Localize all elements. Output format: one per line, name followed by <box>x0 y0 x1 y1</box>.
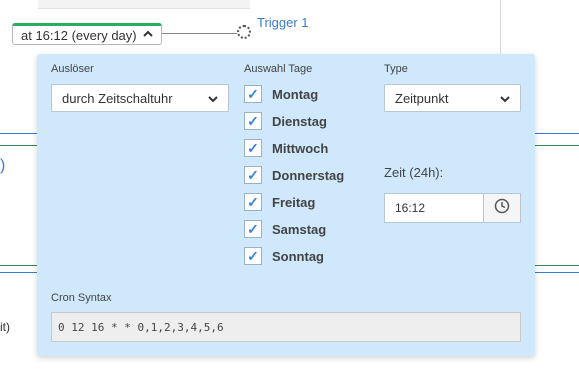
checkmark-icon[interactable]: ✓ <box>244 193 262 211</box>
day-label: Sonntag <box>272 248 324 264</box>
day-label: Dienstag <box>272 113 327 129</box>
day-label: Freitag <box>272 194 316 210</box>
connector-line <box>162 33 238 34</box>
checkmark-icon[interactable]: ✓ <box>244 166 262 184</box>
canvas-line-blue-left <box>0 133 37 134</box>
canvas-line-blue-right <box>535 133 579 134</box>
day-label: Donnerstag <box>272 167 345 183</box>
day-checkbox-freitag[interactable]: ✓ Freitag <box>244 192 315 212</box>
cron-syntax-field[interactable]: 0 12 16 * * 0,1,2,3,4,5,6 <box>51 312 521 342</box>
background-node-card <box>38 0 250 9</box>
checkmark-icon[interactable]: ✓ <box>244 112 262 130</box>
type-select-value: Zeitpunkt <box>395 90 449 106</box>
type-select[interactable]: Zeitpunkt <box>384 84 521 112</box>
canvas-divider <box>500 0 501 56</box>
cron-label: Cron Syntax <box>51 292 112 304</box>
chevron-up-icon <box>142 30 153 41</box>
type-label: Type <box>384 63 408 75</box>
time-input-value: 16:12 <box>395 201 426 215</box>
trigger-summary-label: at 16:12 (every day) <box>21 27 137 43</box>
day-checkbox-montag[interactable]: ✓ Montag <box>244 84 318 104</box>
trigger-settings-panel: Auslöser durch Zeitschaltuhr Auswahl Tag… <box>37 54 535 356</box>
trigger-summary-chip[interactable]: at 16:12 (every day) <box>12 23 162 45</box>
time-label: Zeit (24h): <box>384 165 444 180</box>
day-label: Samstag <box>272 221 327 237</box>
canvas-text-fragment: it) <box>0 320 10 334</box>
canvas-line-blue-left-2 <box>0 272 37 273</box>
checkmark-icon[interactable]: ✓ <box>244 220 262 238</box>
checkmark-icon[interactable]: ✓ <box>244 139 262 157</box>
time-input[interactable]: 16:12 <box>384 193 483 223</box>
trigger-select-value: durch Zeitschaltuhr <box>62 90 173 106</box>
day-label: Montag <box>272 86 319 102</box>
canvas-line-green-left-2 <box>0 265 37 266</box>
checkmark-icon[interactable]: ✓ <box>244 247 262 265</box>
day-checkbox-donnerstag[interactable]: ✓ Donnerstag <box>244 165 344 185</box>
day-checkbox-dienstag[interactable]: ✓ Dienstag <box>244 111 327 131</box>
connector-port-icon[interactable] <box>237 25 251 39</box>
trigger-label: Auslöser <box>51 63 94 75</box>
day-checkbox-mittwoch[interactable]: ✓ Mittwoch <box>244 138 328 158</box>
day-label: Mittwoch <box>272 140 329 156</box>
cron-syntax-value: 0 12 16 * * 0,1,2,3,4,5,6 <box>58 320 224 334</box>
chevron-down-icon <box>500 91 510 106</box>
day-checkbox-sonntag[interactable]: ✓ Sonntag <box>244 246 324 266</box>
clock-icon <box>494 198 510 219</box>
canvas-text-fragment: ) <box>0 157 6 174</box>
trigger-select[interactable]: durch Zeitschaltuhr <box>51 84 229 112</box>
chevron-down-icon <box>208 91 218 106</box>
days-label: Auswahl Tage <box>244 63 313 75</box>
trigger-link[interactable]: Trigger 1 <box>257 15 309 30</box>
checkmark-icon[interactable]: ✓ <box>244 85 262 103</box>
canvas-line-green-right-2 <box>535 265 579 266</box>
canvas-line-blue-right-2 <box>535 272 579 273</box>
time-picker-button[interactable] <box>483 193 521 223</box>
day-checkbox-samstag[interactable]: ✓ Samstag <box>244 219 326 239</box>
canvas-line-green-left <box>0 145 37 146</box>
canvas-line-green-right <box>535 145 579 146</box>
